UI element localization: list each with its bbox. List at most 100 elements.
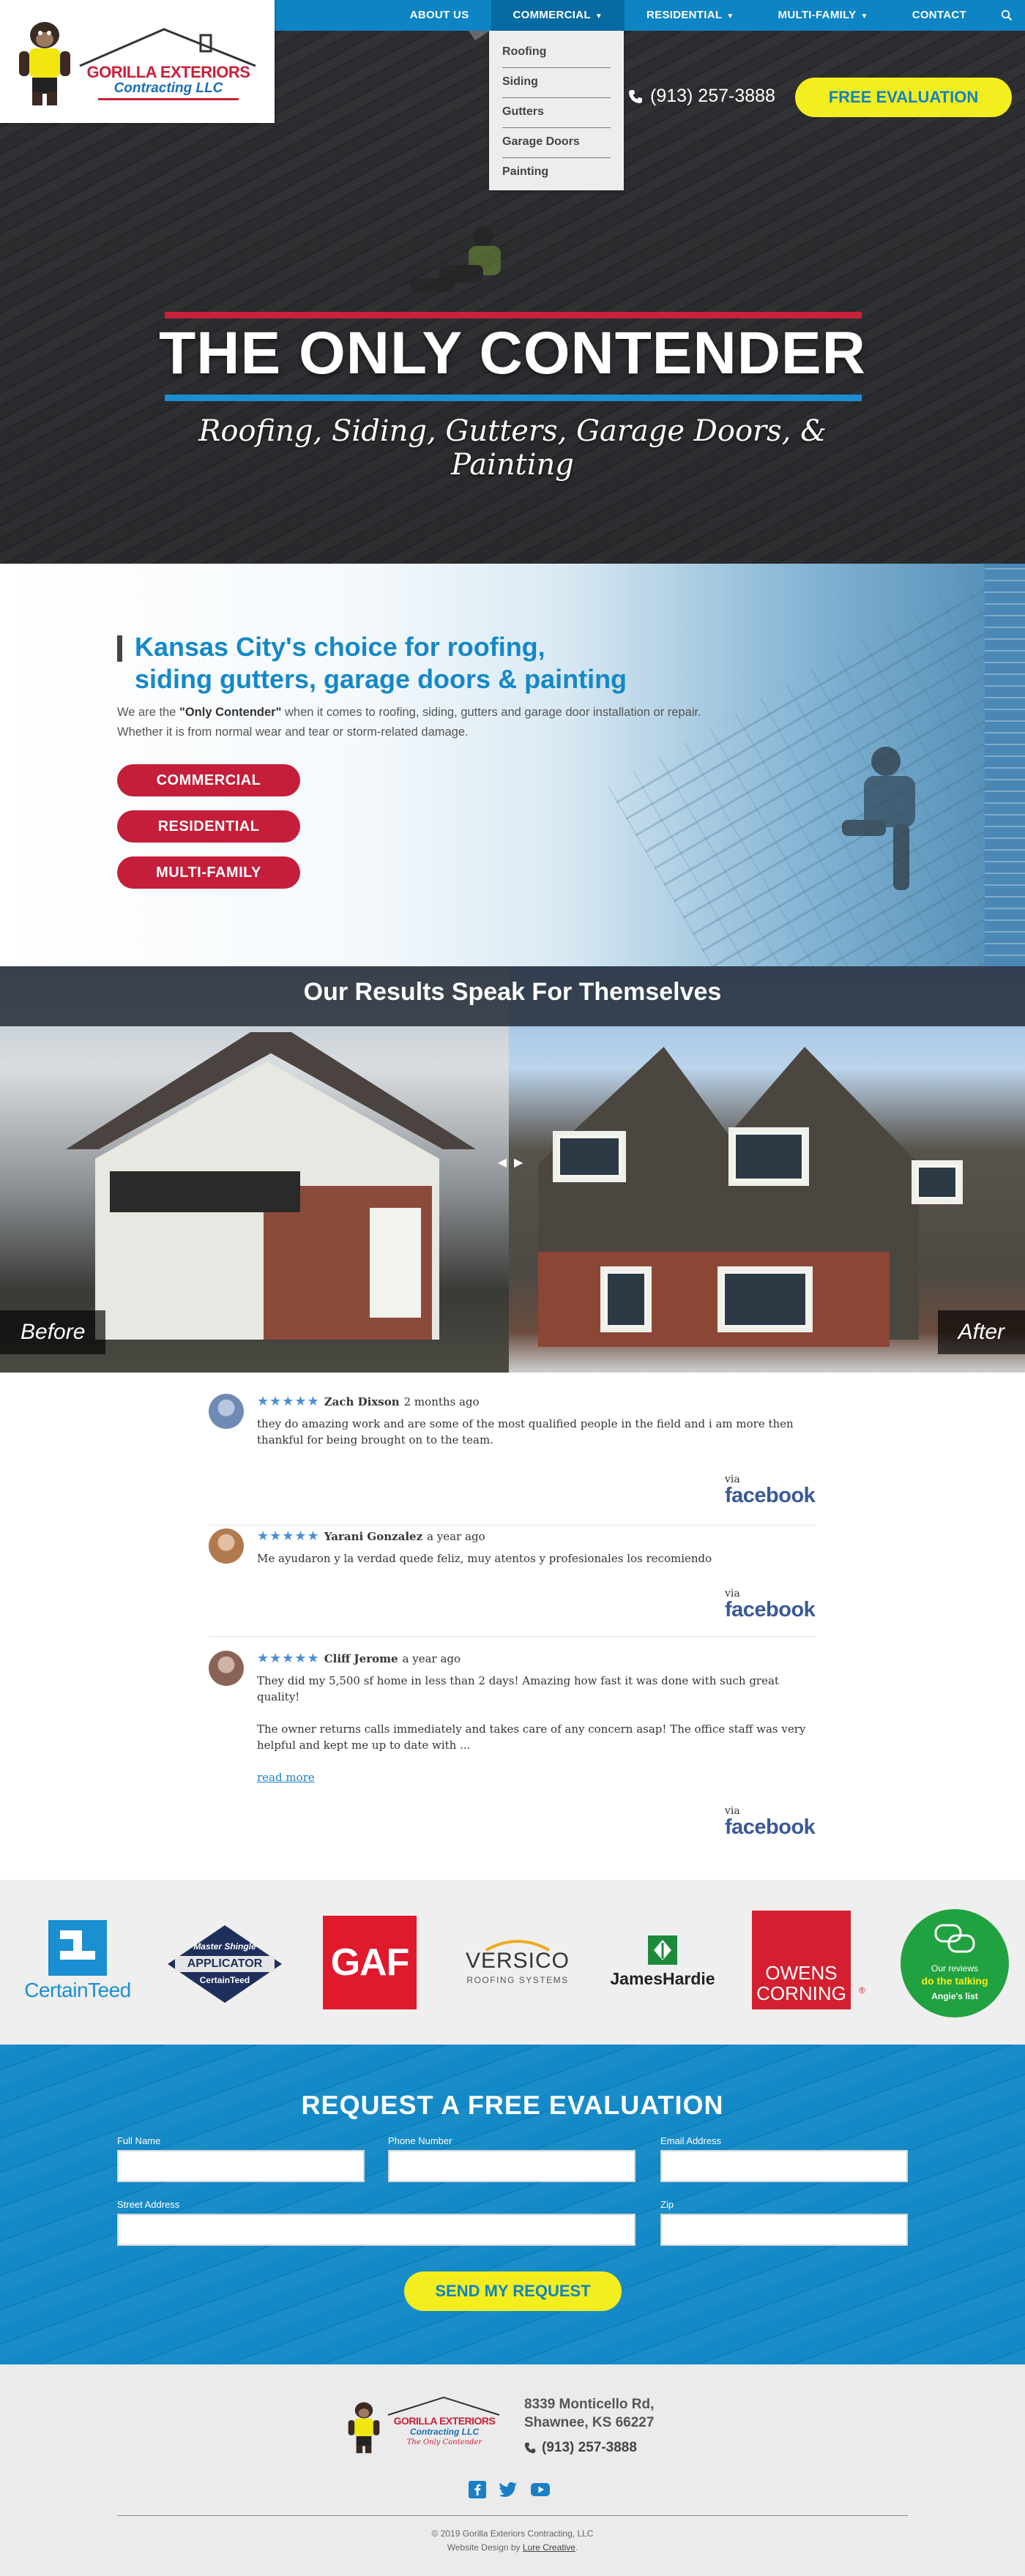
owens-corning-logo: OWENS CORNING ® [752, 1911, 865, 2013]
speech-bubbles-icon [934, 1924, 975, 1953]
footer-copyright: © 2019 Gorilla Exteriors Contracting, LL… [0, 2527, 1025, 2555]
nav-label: ABOUT US [409, 9, 469, 21]
zip-label: Zip [660, 2199, 674, 2210]
logo-underline [98, 98, 239, 100]
footer-logo-subtitle: Contracting LLC [410, 2427, 479, 2437]
intro-title: Kansas City's choice for roofing, siding… [135, 631, 750, 695]
phone-icon [524, 2442, 536, 2454]
dropdown-item-painting[interactable]: Painting [502, 158, 611, 187]
nav-multi-family[interactable]: MULTI-FAMILY ▼ [756, 0, 890, 31]
james-hardie-wordmark: JamesHardie [610, 1969, 715, 1988]
certainteed-logo: CertainTeed [20, 1920, 135, 2008]
header-phone-link[interactable]: (913) 257-3888 [628, 86, 775, 107]
credit-line: Website Design by Lure Creative. [0, 2541, 1025, 2555]
angies-line-3: Angie's list [931, 1991, 978, 2001]
footer-divider [117, 2515, 908, 2516]
intro-text-prefix: We are the [117, 706, 179, 719]
phone-label: Phone Number [388, 2135, 452, 2146]
read-more-row: read more [257, 1769, 813, 1785]
badge-line-3: CertainTeed [199, 1975, 250, 1985]
commercial-button[interactable]: COMMERCIAL [117, 764, 300, 796]
nav-contact[interactable]: CONTACT [890, 0, 988, 31]
chevron-down-icon: ▼ [860, 12, 868, 20]
intro-description: We are the "Only Contender" when it come… [117, 703, 718, 742]
after-house-brick [538, 1252, 890, 1347]
review-item: ★★★★★ Zach Dixson 2 months ago they do a… [209, 1394, 816, 1526]
house-roof-outline-icon [387, 2396, 500, 2416]
dropdown-item-gutters[interactable]: Gutters [502, 98, 611, 128]
reviewer-name[interactable]: Cliff Jerome [324, 1652, 398, 1665]
site-footer: GORILLA EXTERIORS Contracting LLC The On… [0, 2364, 1025, 2576]
facebook-link[interactable] [467, 2479, 488, 2500]
nav-label: RESIDENTIAL [646, 9, 723, 21]
dropdown-item-garage-doors[interactable]: Garage Doors [502, 128, 611, 158]
email-label: Email Address [660, 2135, 722, 2146]
footer-logo-tagline: The Only Contender [406, 2438, 482, 2446]
review-text: Me ayudaron y la verdad quede feliz, muy… [257, 1552, 712, 1565]
review-header: ★★★★★ Cliff Jerome a year ago [257, 1651, 461, 1666]
versico-wordmark: VERSICO [465, 1949, 570, 1973]
reviewer-avatar [209, 1651, 244, 1686]
reviews-section: ★★★★★ Zach Dixson 2 months ago they do a… [0, 1373, 1025, 1880]
comparison-slider-handle[interactable]: ◀ ▶ [496, 1148, 525, 1177]
review-header: ★★★★★ Zach Dixson 2 months ago [257, 1394, 480, 1409]
nav-commercial[interactable]: COMMERCIAL ▼ [491, 0, 625, 31]
gorilla-mascot-icon [19, 22, 70, 105]
search-button[interactable] [988, 0, 1025, 31]
dropdown-item-roofing[interactable]: Roofing [502, 38, 611, 68]
residential-button[interactable]: RESIDENTIAL [117, 810, 300, 843]
credit-link[interactable]: Lure Creative [523, 2542, 575, 2553]
review-source[interactable]: via facebook [725, 1588, 816, 1621]
review-time: a year ago [427, 1529, 485, 1543]
chevron-down-icon: ▼ [594, 12, 603, 20]
star-rating: ★★★★★ [257, 1528, 320, 1544]
reviewer-avatar [209, 1528, 244, 1564]
reviewer-name[interactable]: Zach Dixson [324, 1395, 400, 1408]
after-house-window [718, 1266, 813, 1332]
read-more-link[interactable]: read more [257, 1771, 315, 1784]
street-address-input[interactable] [117, 2214, 636, 2246]
request-evaluation-section: REQUEST A FREE EVALUATION Full Name Phon… [0, 2045, 1025, 2364]
phone-input[interactable] [388, 2150, 636, 2182]
intro-section: Kansas City's choice for roofing, siding… [0, 564, 1025, 966]
via-text: via [725, 1588, 740, 1599]
owens-corning-line-1: OWENS [765, 1962, 838, 1984]
twitter-link[interactable] [498, 2479, 518, 2500]
intro-brick-wall [985, 564, 1025, 966]
hero-subtitle: Roofing, Siding, Gutters, Garage Doors, … [198, 414, 827, 482]
free-evaluation-button[interactable]: FREE EVALUATION [795, 78, 1012, 117]
youtube-icon [531, 2483, 550, 2496]
review-item: ★★★★★ Cliff Jerome a year ago They did m… [209, 1651, 816, 1870]
star-rating: ★★★★★ [257, 1394, 320, 1409]
logo-subtitle: Contracting LLC [113, 81, 223, 96]
nav-residential[interactable]: RESIDENTIAL ▼ [625, 0, 756, 31]
commercial-dropdown-menu: Roofing Siding Gutters Garage Doors Pain… [489, 31, 624, 190]
credit-suffix: . [575, 2542, 578, 2553]
after-house-window [912, 1160, 963, 1204]
site-logo[interactable]: GORILLA EXTERIORS Contracting LLC [0, 0, 275, 123]
street-address-label: Street Address [117, 2199, 180, 2210]
facebook-wordmark: facebook [725, 1484, 816, 1507]
nav-about-us[interactable]: ABOUT US [388, 0, 491, 31]
gaf-wordmark: GAF [330, 1941, 410, 1984]
multi-family-button[interactable]: MULTI-FAMILY [117, 856, 300, 889]
send-request-button[interactable]: SEND MY REQUEST [404, 2271, 622, 2311]
intro-title-accent [117, 635, 122, 662]
after-house-window [728, 1127, 809, 1186]
email-input[interactable] [660, 2150, 908, 2182]
hero-blue-rule [165, 395, 862, 401]
copyright-text: © 2019 Gorilla Exteriors Contracting, LL… [431, 2528, 594, 2539]
footer-phone-link[interactable]: (913) 257-3888 [524, 2440, 637, 2456]
review-source[interactable]: via facebook [725, 1806, 816, 1838]
chevron-down-icon: ▼ [726, 12, 734, 20]
footer-logo[interactable]: GORILLA EXTERIORS Contracting LLC The On… [346, 2390, 505, 2462]
partner-brands-strip: CertainTeed Master Shingle APPLICATOR Ce… [0, 1880, 1025, 2045]
review-source[interactable]: via facebook [725, 1474, 816, 1507]
registered-mark-icon: ® [859, 1985, 865, 1996]
youtube-link[interactable] [530, 2479, 551, 2500]
owens-corning-line-2: CORNING [756, 1982, 846, 2004]
reviewer-name[interactable]: Yarani Gonzalez [324, 1530, 422, 1543]
zip-input[interactable] [660, 2214, 908, 2246]
dropdown-item-siding[interactable]: Siding [502, 68, 611, 98]
full-name-input[interactable] [117, 2150, 365, 2182]
